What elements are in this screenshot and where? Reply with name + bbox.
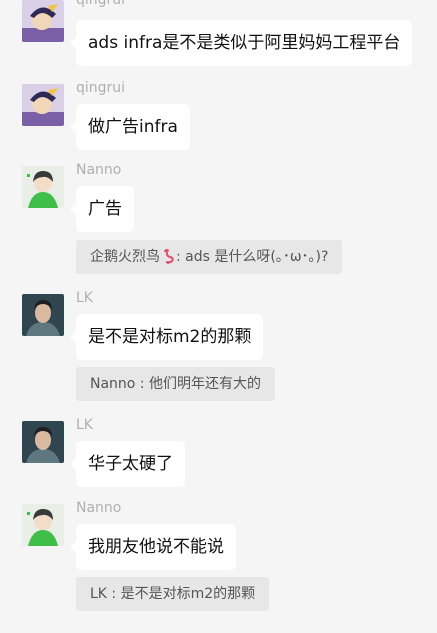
message-bubble[interactable]: ads infra是不是类似于阿里妈妈工程平台 (69, 20, 413, 66)
avatar[interactable] (22, 166, 64, 208)
flamingo-icon (161, 243, 175, 264)
sender-name: qingrui (76, 80, 126, 96)
chat-message-list: qingrui ads infra是不是类似于阿里妈妈工程平台 qingrui … (0, 0, 437, 633)
sender-name: LK (76, 417, 93, 433)
sender-name: Nanno (76, 500, 122, 516)
message-bubble[interactable]: 是不是对标m2的那颗 (69, 314, 264, 360)
sender-name: Nanno (76, 162, 122, 178)
message-bubble[interactable]: 我朋友他说不能说 (70, 524, 236, 570)
message-bubble[interactable]: 做广告infra (70, 104, 190, 150)
quoted-reply[interactable]: LK : 是不是对标m2的那颗 (76, 577, 270, 611)
avatar[interactable] (22, 84, 64, 126)
quoted-reply[interactable]: 企鹅火烈鸟 : ads 是什么呀(｡･ω･｡)? (76, 240, 343, 274)
quote-author: 企鹅火烈鸟 (90, 249, 160, 265)
avatar[interactable] (22, 421, 64, 463)
quote-text: : ads 是什么呀(｡･ω･｡)? (176, 249, 329, 265)
avatar[interactable] (22, 0, 64, 42)
avatar[interactable] (22, 294, 64, 336)
sender-name: LK (76, 290, 93, 306)
message-bubble[interactable]: 广告 (70, 186, 134, 232)
sender-name: qingrui (76, 0, 126, 8)
quoted-reply[interactable]: Nanno : 他们明年还有大的 (76, 367, 275, 401)
message-bubble[interactable]: 华子太硬了 (70, 441, 185, 487)
avatar[interactable] (22, 504, 64, 546)
